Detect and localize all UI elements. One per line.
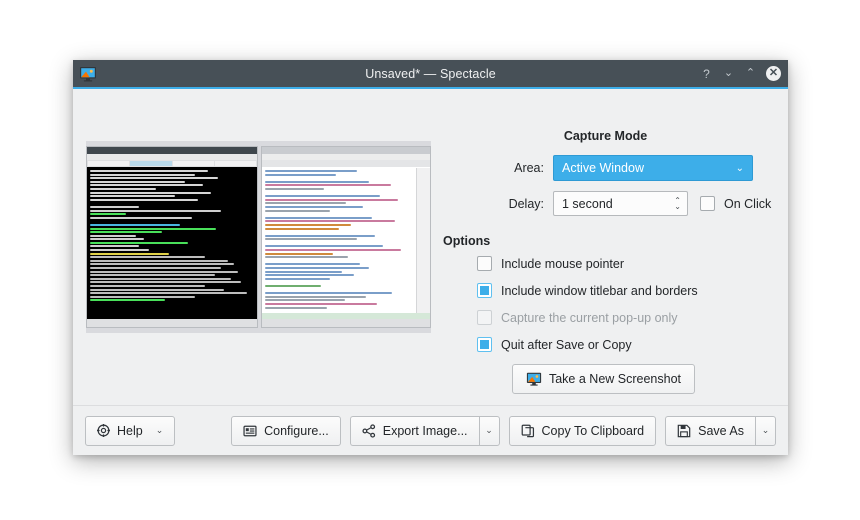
share-icon [362,423,376,438]
save-as-button[interactable]: Save As [665,415,755,446]
chevron-down-icon: ⌄ [735,162,744,174]
include-titlebar-borders-label: Include window titlebar and borders [501,283,698,298]
area-select[interactable]: Active Window ⌄ [553,155,753,181]
include-mouse-pointer-label: Include mouse pointer [501,256,624,271]
quit-after-save-checkbox[interactable] [477,337,492,352]
on-click-label: On Click [724,196,772,211]
minimize-window-button[interactable]: ⌄ [722,68,735,79]
help-button-label: Help [117,423,143,438]
area-row: Area: Active Window ⌄ [443,155,774,181]
on-click-option[interactable]: On Click [700,196,771,211]
options-heading: Options [443,234,491,248]
copy-to-clipboard-button-label: Copy To Clipboard [541,423,645,438]
take-new-screenshot-button[interactable]: Take a New Screenshot [511,364,695,394]
help-window-button[interactable]: ? [700,68,713,80]
capture-popup-only-label: Capture the current pop-up only [501,310,678,325]
option-capture-popup-only: Capture the current pop-up only [477,310,774,325]
configure-icon [243,424,257,438]
capture-popup-only-checkbox [477,310,492,325]
area-label: Area: [514,161,544,175]
spinner-down-icon[interactable]: ⌄ [674,202,681,210]
copy-icon [521,424,535,438]
preview-editor-text [262,168,416,313]
quit-after-save-label: Quit after Save or Copy [501,337,632,352]
export-image-button-label: Export Image... [382,423,468,438]
save-as-split-button[interactable]: Save As ⌄ [665,415,776,446]
window-body: Capture Mode Area: Active Window ⌄ Delay… [73,89,788,405]
save-as-chevron-down-icon[interactable]: ⌄ [755,415,776,446]
spectacle-app-icon [79,65,97,83]
save-as-button-label: Save As [698,423,744,438]
help-icon [97,424,110,437]
export-image-split-button[interactable]: Export Image... ⌄ [349,415,500,446]
capture-mode-heading: Capture Mode [563,129,648,143]
close-window-button[interactable]: ✕ [766,66,781,81]
preview-editor-window [261,146,431,328]
save-icon [677,424,691,438]
delay-spinbox[interactable]: 1 second ⌃ ⌄ [553,191,688,216]
on-click-checkbox[interactable] [700,196,715,211]
take-new-screenshot-label: Take a New Screenshot [548,372,681,386]
area-select-value: Active Window [562,161,644,175]
include-mouse-pointer-checkbox[interactable] [477,256,492,271]
spectacle-window: Unsaved* — Spectacle ? ⌄ ⌃ ✕ Capture Mod… [73,60,788,455]
window-title: Unsaved* — Spectacle [365,66,496,81]
delay-row: Delay: 1 second ⌃ ⌄ On Click [443,191,774,216]
settings-panel: Capture Mode Area: Active Window ⌄ Delay… [443,129,774,394]
export-image-button[interactable]: Export Image... [349,415,479,446]
configure-button-label: Configure... [264,423,329,438]
configure-button[interactable]: Configure... [231,415,341,446]
help-button[interactable]: Help ⌄ [85,415,176,446]
bottom-button-bar: Help ⌄ Configure... Export Image... ⌄ Co… [73,405,788,455]
option-include-titlebar-borders[interactable]: Include window titlebar and borders [477,283,774,298]
screenshot-preview-thumbnail[interactable] [86,141,431,333]
delay-label: Delay: [508,196,544,211]
take-screenshot-row: Take a New Screenshot [443,364,774,394]
export-image-chevron-down-icon[interactable]: ⌄ [478,415,500,446]
delay-value: 1 second [562,196,613,211]
window-titlebar[interactable]: Unsaved* — Spectacle ? ⌄ ⌃ ✕ [73,60,788,89]
maximize-window-button[interactable]: ⌃ [744,68,757,79]
option-quit-after-save-or-copy[interactable]: Quit after Save or Copy [477,337,774,352]
copy-to-clipboard-button[interactable]: Copy To Clipboard [508,415,657,446]
window-controls: ? ⌄ ⌃ ✕ [700,66,781,81]
include-titlebar-borders-checkbox[interactable] [477,283,492,298]
preview-terminal-window [86,146,258,328]
preview-terminal-text [87,168,257,319]
help-chevron-down-icon[interactable]: ⌄ [156,425,164,436]
option-include-mouse-pointer[interactable]: Include mouse pointer [477,256,774,271]
screenshot-monitor-icon [526,371,542,387]
spinner-arrows-icon[interactable]: ⌃ ⌄ [674,196,681,210]
